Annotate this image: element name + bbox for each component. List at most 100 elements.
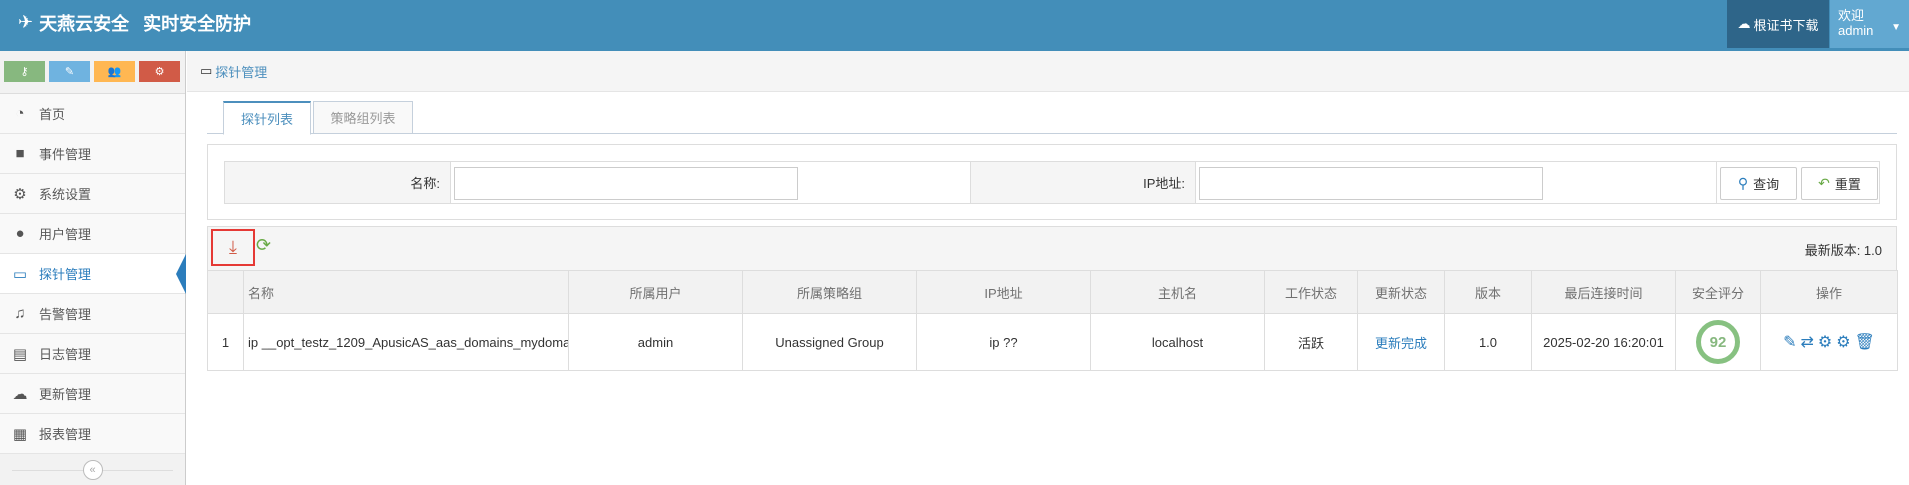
sidebar: ⚷ ✎ 👥 ⚙ ◔ 首页 ■ 事件管理 ⚙ 系统设置 ● 用户管理 ▭ 探针管理… [0, 51, 186, 485]
sidebar-item-label: 用户管理 [39, 227, 92, 242]
ip-address-input[interactable] [1199, 167, 1543, 200]
name-label: 名称: [225, 162, 451, 203]
tab-policy-group-list[interactable]: 策略组列表 [313, 101, 413, 134]
col-version: 版本 [1444, 270, 1532, 314]
sidebar-item-updates[interactable]: ☁ 更新管理 [0, 374, 185, 414]
desktop-icon: ▭ [200, 63, 213, 78]
breadcrumb: ▭ 探针管理 [187, 51, 1909, 92]
search-panel: 名称: IP地址: ⚲ 查询 ↶ 重置 [207, 144, 1897, 220]
sidebar-item-label: 告警管理 [39, 307, 92, 322]
download-button[interactable]: ⤓ [211, 229, 255, 266]
search-icon: ⚲ [1737, 175, 1749, 191]
sidebar-item-label: 探针管理 [39, 267, 92, 282]
table-toolbar: ⤓ ⟳ 最新版本: 1.0 [207, 226, 1897, 270]
shortcut-users-button[interactable]: 👥 [94, 61, 135, 82]
cogs-icon: ⚙ [154, 66, 165, 78]
tab-probe-list[interactable]: 探针列表 [223, 101, 311, 135]
col-score: 安全评分 [1675, 270, 1761, 314]
key-icon: ⚷ [20, 66, 29, 78]
row-ip: ip ?? [916, 313, 1091, 371]
users-icon: 👥 [107, 66, 122, 78]
sidebar-item-reports[interactable]: ▦ 报表管理 [0, 414, 185, 454]
col-actions: 操作 [1760, 270, 1898, 314]
query-button[interactable]: ⚲ 查询 [1720, 167, 1797, 200]
tab-bar: 探针列表 策略组列表 [207, 100, 1897, 135]
col-work-status: 工作状态 [1264, 270, 1358, 314]
user-menu[interactable]: 欢迎 admin ▼ [1830, 0, 1909, 48]
refresh-icon[interactable]: ⟳ [256, 235, 271, 256]
edit-icon[interactable]: ✎ [1783, 332, 1796, 352]
sidebar-item-label: 日志管理 [39, 347, 92, 362]
sidebar-shortcuts: ⚷ ✎ 👥 ⚙ [0, 51, 185, 94]
latest-version: 最新版本: 1.0 [1804, 242, 1882, 258]
cloud-upload-icon: ☁ [12, 385, 28, 403]
row-index: 1 [207, 313, 244, 371]
sidebar-item-logs[interactable]: ▤ 日志管理 [0, 334, 185, 374]
undo-icon: ↶ [1818, 175, 1830, 191]
calendar-icon: ▦ [12, 425, 28, 443]
table-row: 1 ip __opt_testz_1209_ApusicAS_aas_domai… [207, 313, 1898, 371]
cogs-icon[interactable]: ⚙ [1836, 332, 1850, 352]
sidebar-item-home[interactable]: ◔ 首页 [0, 94, 185, 134]
brand-slogan: 实时安全防护 [143, 13, 252, 34]
cloud-download-icon: ☁ [1737, 16, 1751, 31]
cert-download-label: 根证书下载 [1753, 17, 1819, 33]
shortcut-cogs-button[interactable]: ⚙ [139, 61, 180, 82]
sidebar-item-label: 更新管理 [39, 387, 92, 402]
cert-download-button[interactable]: ☁ 根证书下载 [1727, 0, 1829, 48]
caret-down-icon: ▼ [1891, 22, 1901, 33]
brand-name: 天燕云安全 [39, 13, 130, 34]
brand-logo-icon: ✈ [18, 12, 34, 32]
col-group: 所属策略组 [742, 270, 917, 314]
sidebar-item-probes[interactable]: ▭ 探针管理 [0, 254, 186, 294]
col-ip: IP地址 [916, 270, 1091, 314]
row-host: localhost [1090, 313, 1265, 371]
sidebar-item-alerts[interactable]: ♫ 告警管理 [0, 294, 185, 334]
row-last-connect: 2025-02-20 16:20:01 [1531, 313, 1676, 371]
col-name: 名称 [243, 270, 569, 314]
bell-icon: ♫ [14, 305, 26, 322]
sidebar-item-label: 首页 [39, 107, 66, 122]
reset-button[interactable]: ↶ 重置 [1801, 167, 1878, 200]
top-navbar: ✈ 天燕云安全 实时安全防护 ☁ 根证书下载 欢迎 admin ▼ [0, 0, 1909, 51]
sidebar-item-label: 报表管理 [39, 427, 92, 442]
sidebar-item-settings[interactable]: ⚙ 系统设置 [0, 174, 185, 214]
exchange-icon[interactable]: ⇄ [1801, 332, 1814, 352]
row-user: admin [568, 313, 743, 371]
name-input[interactable] [454, 167, 798, 200]
users-icon: ● [15, 225, 25, 242]
book-icon: ▤ [12, 345, 28, 363]
update-status-link[interactable]: 更新完成 [1375, 336, 1427, 351]
col-index [207, 270, 244, 314]
sidebar-item-events[interactable]: ■ 事件管理 [0, 134, 185, 174]
row-update-status: 更新完成 [1357, 313, 1445, 371]
probe-table: 名称 所属用户 所属策略组 IP地址 主机名 工作状态 更新状态 版本 最后连接… [207, 270, 1898, 371]
cog-icon[interactable]: ⚙ [1818, 332, 1832, 352]
row-group: Unassigned Group [742, 313, 917, 371]
query-button-label: 查询 [1753, 177, 1780, 192]
dashboard-icon: ◔ [15, 105, 25, 122]
reset-button-label: 重置 [1834, 177, 1861, 192]
sidebar-collapse: « [0, 454, 185, 485]
collapse-double-left-icon[interactable]: « [82, 460, 103, 480]
col-user: 所属用户 [568, 270, 743, 314]
brand[interactable]: ✈ 天燕云安全 实时安全防护 [18, 0, 251, 45]
monitor-icon: ▭ [12, 265, 28, 283]
shortcut-key-button[interactable]: ⚷ [4, 61, 45, 82]
col-last-connect: 最后连接时间 [1531, 270, 1676, 314]
row-name: ip __opt_testz_1209_ApusicAS_aas_domains… [243, 313, 569, 371]
sidebar-item-users[interactable]: ● 用户管理 [0, 214, 185, 254]
row-score: 92 [1675, 313, 1761, 371]
col-host: 主机名 [1090, 270, 1265, 314]
trash-icon[interactable]: 🗑 [1855, 332, 1875, 352]
ip-label: IP地址: [970, 162, 1196, 203]
security-score-ring: 92 [1696, 320, 1740, 364]
search-form: 名称: IP地址: ⚲ 查询 ↶ 重置 [224, 161, 1880, 204]
breadcrumb-current[interactable]: 探针管理 [215, 62, 267, 81]
action-icons: ✎ ⇄ ⚙ ⚙ 🗑 [1762, 332, 1897, 352]
sidebar-item-label: 系统设置 [39, 187, 92, 202]
video-camera-icon: ■ [15, 145, 25, 162]
pencil-icon: ✎ [64, 66, 75, 78]
table-header-row: 名称 所属用户 所属策略组 IP地址 主机名 工作状态 更新状态 版本 最后连接… [207, 270, 1898, 314]
shortcut-pencil-button[interactable]: ✎ [49, 61, 90, 82]
